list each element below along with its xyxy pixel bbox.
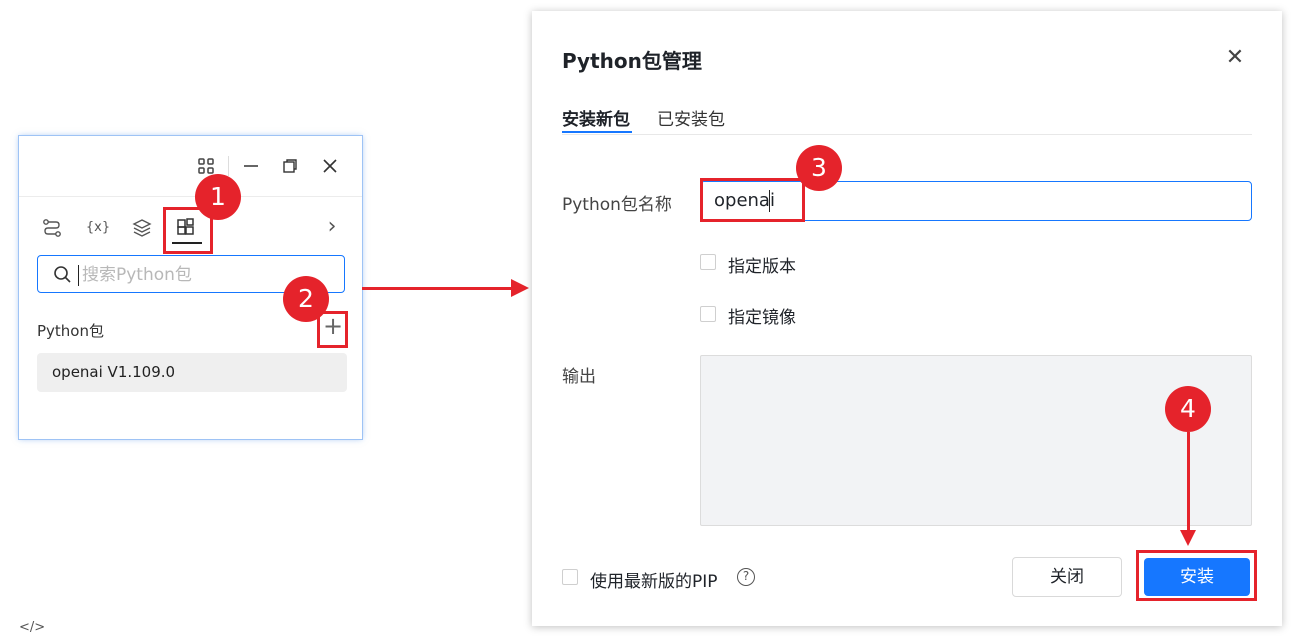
highlight-package-name xyxy=(700,178,805,222)
install-arrowhead xyxy=(1180,530,1196,546)
chevron-right-icon[interactable]: › xyxy=(321,216,343,238)
package-list-item-label: openai V1.109.0 xyxy=(52,363,176,381)
specify-mirror-checkbox[interactable] xyxy=(700,306,716,322)
flow-arrow xyxy=(362,287,515,290)
latest-pip-label: 使用最新版的PIP xyxy=(590,572,718,592)
search-placeholder: 搜索Python包 xyxy=(82,265,192,285)
close-icon[interactable] xyxy=(320,156,340,176)
install-arrow xyxy=(1187,432,1190,532)
highlight-install-button xyxy=(1136,550,1257,601)
step-badge-1: 1 xyxy=(195,174,241,220)
tab-install-new[interactable]: 安装新包 xyxy=(562,105,630,130)
grid-icon[interactable] xyxy=(197,157,215,175)
specify-version-checkbox[interactable] xyxy=(700,254,716,270)
panel-title-bar xyxy=(19,136,362,197)
specify-mirror-label: 指定镜像 xyxy=(728,308,796,328)
close-button[interactable]: 关闭 xyxy=(1012,557,1122,597)
dialog-close-icon[interactable]: ✕ xyxy=(1223,46,1247,70)
tab-divider xyxy=(562,134,1252,135)
specify-version-label: 指定版本 xyxy=(728,257,796,277)
output-area[interactable] xyxy=(700,355,1252,526)
tab-installed[interactable]: 已安装包 xyxy=(657,105,725,130)
python-packages-label: Python包 xyxy=(37,322,104,340)
latest-pip-checkbox[interactable] xyxy=(562,569,578,585)
dialog-title: Python包管理 xyxy=(562,49,702,73)
title-bar-divider xyxy=(228,156,229,176)
highlight-add-button xyxy=(317,311,348,348)
minimize-icon[interactable] xyxy=(241,156,261,176)
variable-icon[interactable]: {x} xyxy=(85,217,111,239)
help-icon[interactable]: ? xyxy=(737,568,755,586)
flow-arrowhead xyxy=(511,279,529,297)
layers-icon[interactable] xyxy=(131,217,153,239)
flow-icon[interactable] xyxy=(41,217,63,239)
step-badge-4: 4 xyxy=(1165,386,1211,432)
package-manager-dialog: Python包管理 ✕ 安装新包 已安装包 Python包名称 openai 指… xyxy=(532,11,1282,626)
output-label: 输出 xyxy=(562,367,596,387)
active-tab-indicator xyxy=(562,131,632,133)
package-name-label: Python包名称 xyxy=(562,195,672,215)
code-icon[interactable]: </> xyxy=(19,620,45,635)
step-badge-2: 2 xyxy=(283,276,329,322)
search-icon xyxy=(53,265,73,285)
package-list-item[interactable]: openai V1.109.0 xyxy=(37,353,347,392)
text-caret xyxy=(78,265,79,286)
restore-icon[interactable] xyxy=(280,156,300,176)
step-badge-3: 3 xyxy=(796,145,842,191)
